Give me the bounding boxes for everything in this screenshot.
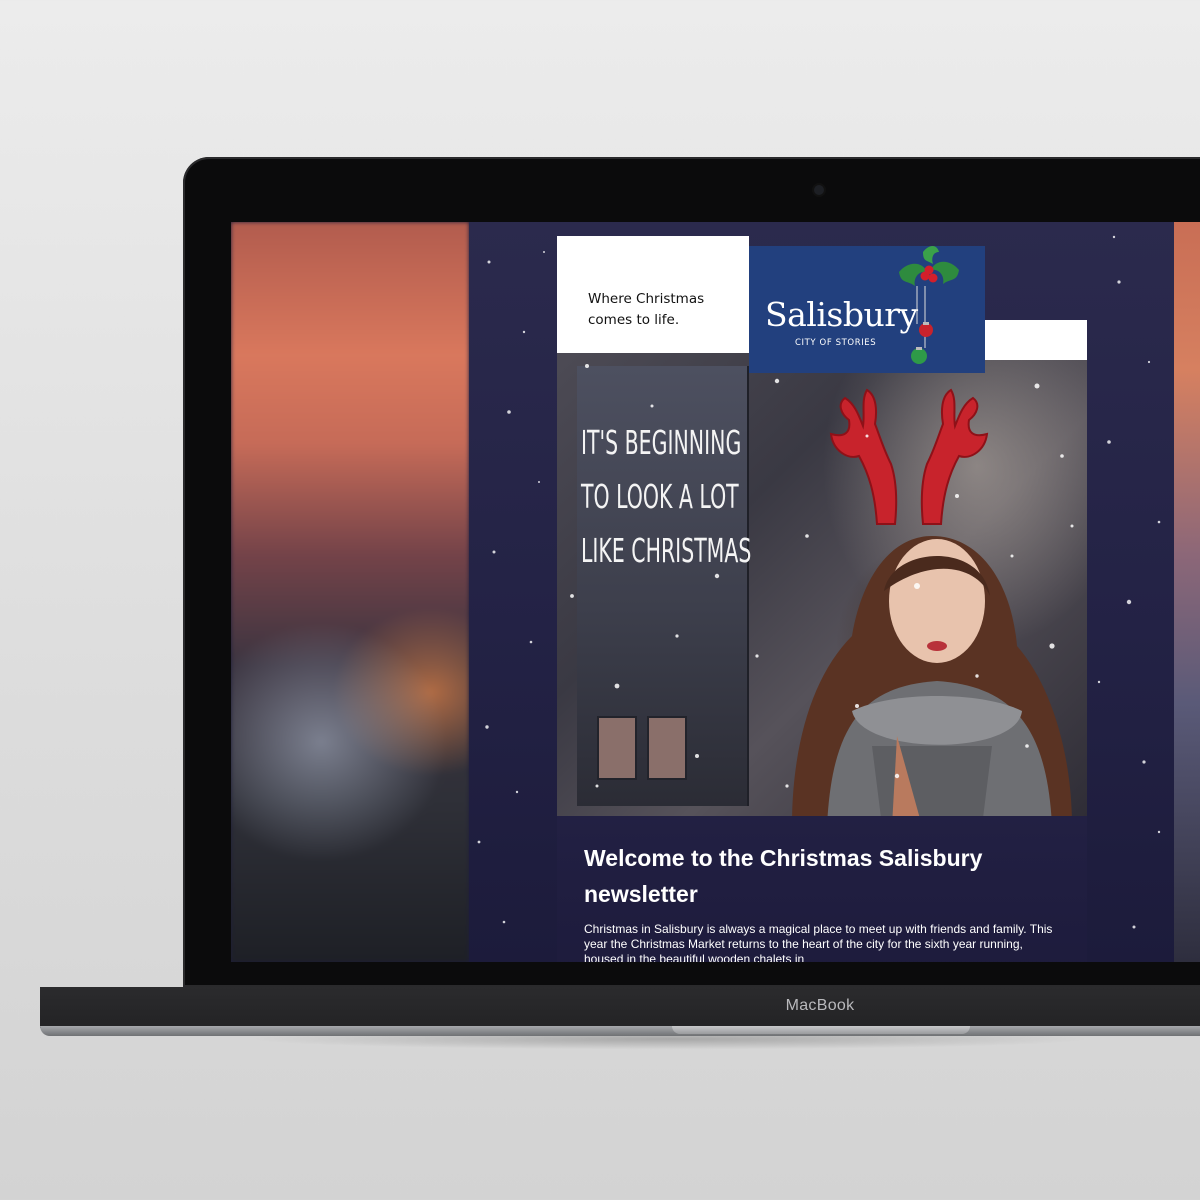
camera-icon: [814, 185, 824, 195]
green-bauble-icon: [911, 348, 927, 364]
tagline: Where Christmas comes to life.: [588, 291, 705, 328]
red-bauble-icon: [919, 323, 933, 337]
device-brand-label: MacBook: [785, 997, 855, 1014]
salisbury-logo[interactable]: Salisbury CITY OF STORIES: [749, 246, 985, 373]
header-card: Where Christmas comes to life.: [557, 236, 749, 353]
laptop-opening-notch: [672, 1026, 970, 1034]
newsletter-content: Welcome to the Christmas Salisbury newsl…: [557, 816, 1087, 962]
newsletter-body: Christmas in Salisbury is always a magic…: [584, 922, 1053, 962]
header-white-strip: [985, 320, 1087, 360]
laptop-shadow: [110, 1036, 1200, 1062]
hero-snowflakes: [570, 364, 1074, 788]
logo-subtitle: CITY OF STORIES: [795, 338, 877, 348]
desktop-wallpaper-right: [1174, 222, 1200, 962]
laptop-screen: It's beginning to look a lot like Christ…: [231, 222, 1200, 962]
holly-icon: [899, 246, 959, 286]
christmas-ornament-decoration: [899, 246, 959, 364]
newsletter-email: It's beginning to look a lot like Christ…: [557, 222, 1087, 962]
newsletter-heading: Welcome to the Christmas Salisbury newsl…: [584, 845, 983, 907]
laptop-deck: [40, 1026, 1200, 1036]
hero-image: It's beginning to look a lot like Christ…: [557, 346, 1087, 816]
desktop-wallpaper-left: [231, 222, 469, 962]
